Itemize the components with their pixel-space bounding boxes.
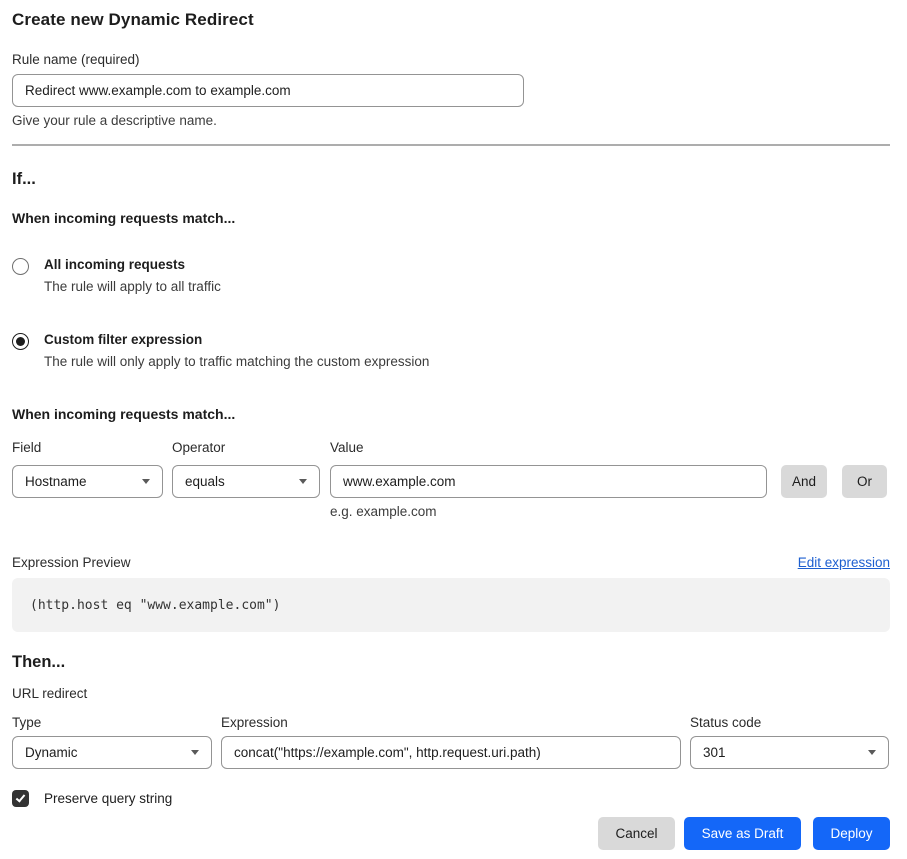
expression-label: Expression: [221, 715, 681, 730]
preserve-query-string-option[interactable]: Preserve query string: [12, 790, 890, 807]
edit-expression-link[interactable]: Edit expression: [798, 555, 890, 570]
chevron-down-icon: [299, 479, 307, 484]
save-as-draft-button[interactable]: Save as Draft: [684, 817, 801, 850]
radio-dot: [16, 337, 25, 346]
status-code-label: Status code: [690, 715, 889, 730]
radio-option-description: The rule will only apply to traffic matc…: [44, 354, 429, 369]
checkmark-icon: [16, 792, 26, 802]
radio-option-description: The rule will apply to all traffic: [44, 279, 221, 294]
cancel-button[interactable]: Cancel: [598, 817, 675, 850]
field-select[interactable]: Hostname: [12, 465, 163, 498]
checkbox-checked-icon[interactable]: [12, 790, 29, 807]
field-select-value: Hostname: [25, 474, 87, 489]
radio-unselected-icon[interactable]: [12, 258, 29, 275]
chevron-down-icon: [868, 750, 876, 755]
create-redirect-form: Create new Dynamic Redirect Rule name (r…: [0, 0, 907, 850]
field-label: Field: [12, 440, 163, 455]
if-section-heading: If...: [12, 170, 890, 189]
type-select[interactable]: Dynamic: [12, 736, 212, 769]
value-hint: e.g. example.com: [330, 504, 767, 519]
preserve-query-string-label: Preserve query string: [44, 791, 172, 806]
rule-name-input[interactable]: [12, 74, 524, 107]
radio-selected-icon[interactable]: [12, 333, 29, 350]
value-input[interactable]: [330, 465, 767, 498]
operator-select[interactable]: equals: [172, 465, 320, 498]
status-code-select-value: 301: [703, 745, 726, 760]
operator-select-value: equals: [185, 474, 225, 489]
url-redirect-label: URL redirect: [12, 686, 890, 701]
page-title: Create new Dynamic Redirect: [12, 10, 890, 30]
radio-option-all-requests[interactable]: All incoming requests The rule will appl…: [12, 257, 890, 294]
value-label: Value: [330, 440, 767, 455]
chevron-down-icon: [191, 750, 199, 755]
or-button[interactable]: Or: [842, 465, 887, 498]
section-divider: [12, 144, 890, 146]
rule-name-label: Rule name (required): [12, 52, 890, 67]
match-subheading: When incoming requests match...: [12, 210, 890, 226]
expression-preview-box: (http.host eq "www.example.com"): [12, 578, 890, 632]
redirect-expression-input[interactable]: [221, 736, 681, 769]
chevron-down-icon: [142, 479, 150, 484]
status-code-select[interactable]: 301: [690, 736, 889, 769]
rule-name-help: Give your rule a descriptive name.: [12, 113, 890, 128]
expression-preview-code: (http.host eq "www.example.com"): [30, 598, 280, 613]
and-button[interactable]: And: [781, 465, 827, 498]
operator-label: Operator: [172, 440, 320, 455]
then-section-heading: Then...: [12, 653, 890, 672]
type-label: Type: [12, 715, 212, 730]
expression-preview-label: Expression Preview: [12, 555, 131, 570]
radio-option-label: All incoming requests: [44, 257, 221, 272]
radio-option-custom-expression[interactable]: Custom filter expression The rule will o…: [12, 332, 890, 369]
type-select-value: Dynamic: [25, 745, 78, 760]
deploy-button[interactable]: Deploy: [813, 817, 890, 850]
radio-option-label: Custom filter expression: [44, 332, 429, 347]
builder-subheading: When incoming requests match...: [12, 406, 890, 422]
